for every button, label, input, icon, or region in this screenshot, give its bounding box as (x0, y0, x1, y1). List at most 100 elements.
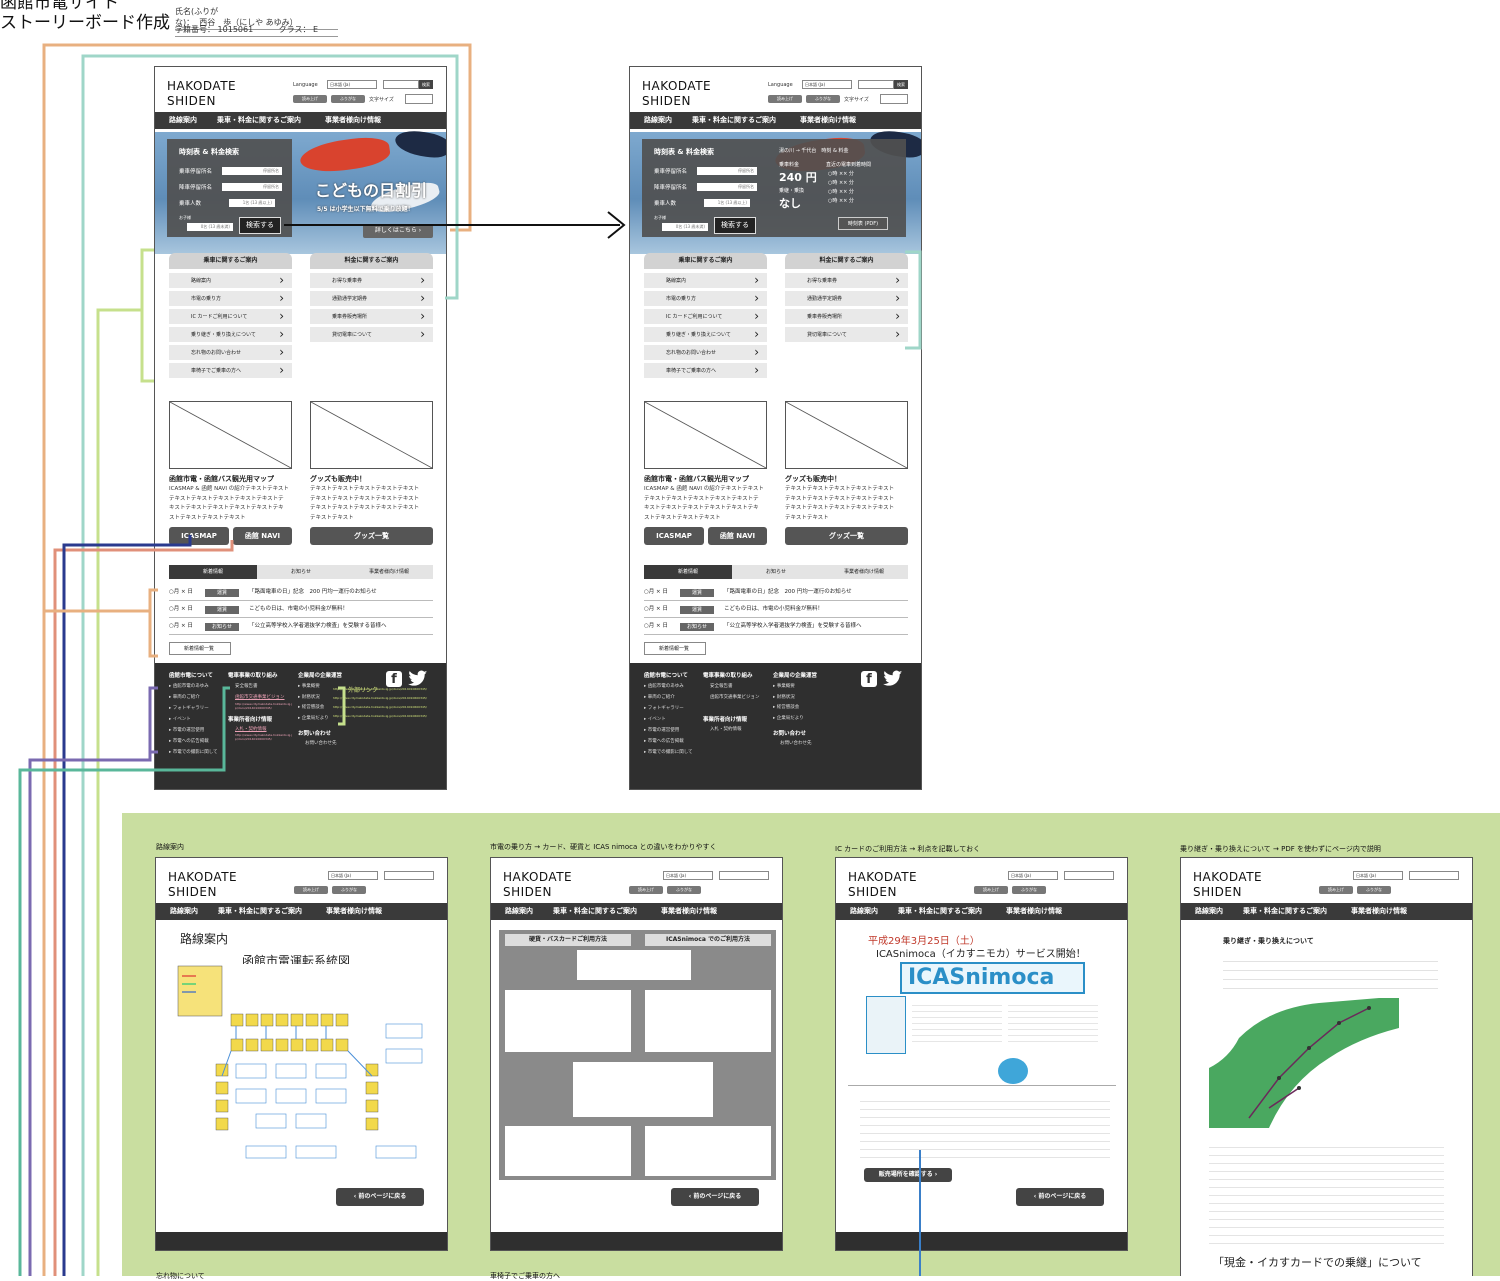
language-select[interactable]: 日本語 (Ja) (1353, 871, 1403, 880)
child-stepper[interactable]: 0名 (13 歳未満) (662, 223, 708, 231)
to-input[interactable]: 停留所名 (222, 183, 282, 191)
search-input[interactable] (719, 871, 769, 880)
news-text[interactable]: 「公立高等学校入学者選抜学力検査」を受験する皆様へ (724, 619, 862, 634)
language-select[interactable]: 日本語 (Ja) (663, 871, 713, 880)
footer-link[interactable]: ▸ 市電の運営使用 (169, 727, 204, 733)
news-text[interactable]: こどもの日は、市電の小児料金が無料！ (724, 602, 823, 617)
twitter-icon[interactable] (408, 670, 428, 688)
tab-business[interactable]: 事業者様向け情報 (820, 565, 908, 579)
footer-link[interactable]: ▸ イベント (644, 716, 666, 722)
nav-route[interactable]: 路線案内 (505, 903, 533, 920)
site-logo[interactable]: HAKODATE SHIDEN (503, 870, 572, 900)
furigana-button[interactable]: ふりがな (1012, 886, 1046, 894)
footer-link[interactable]: ▸ 財務状況 (773, 694, 795, 700)
footer-link[interactable]: ▸ 経営懇談会 (773, 704, 799, 710)
facebook-icon[interactable]: f (386, 671, 402, 687)
tab-notice[interactable]: お知らせ (257, 565, 345, 579)
fare-menu-item[interactable]: 貸切電車について (310, 326, 433, 343)
nav-fare[interactable]: 乗車・料金に関するご案内 (898, 903, 982, 920)
footer-link[interactable]: ▸ 市電での撮影に関して (169, 749, 218, 755)
nav-business[interactable]: 事業者様向け情報 (800, 112, 856, 129)
nav-route[interactable]: 路線案内 (170, 903, 198, 920)
font-size-select[interactable] (880, 94, 908, 104)
details-button[interactable]: 詳しくはこちら › (363, 224, 433, 238)
footer-link[interactable]: ▸ 函館市電のあゆみ (169, 683, 209, 689)
nav-business[interactable]: 事業者様向け情報 (661, 903, 717, 920)
furigana-button[interactable]: ふりがな (332, 886, 366, 894)
navi-button[interactable]: 函館 NAVI (708, 527, 767, 545)
news-more-button[interactable]: 新着情報一覧 (169, 642, 231, 655)
furigana-button[interactable]: ふりがな (667, 886, 701, 894)
footer-link[interactable]: 函館市交通事業ビジョン (235, 694, 285, 700)
furigana-button[interactable]: ふりがな (331, 95, 365, 103)
search-input[interactable] (858, 80, 894, 89)
news-row[interactable]: ○月 × 日 お知らせ 「公立高等学校入学者選抜学力検査」を受験する皆様へ (644, 619, 908, 635)
furigana-button[interactable]: ふりがな (1357, 886, 1391, 894)
goods-button[interactable]: グッズ一覧 (310, 527, 433, 545)
tab-notice[interactable]: お知らせ (732, 565, 820, 579)
ride-menu-item[interactable]: 路線案内 (169, 272, 292, 289)
footer-link[interactable]: ▸ イベント (169, 716, 191, 722)
from-input[interactable]: 停留所名 (697, 167, 757, 175)
news-more-button[interactable]: 新着情報一覧 (644, 642, 706, 655)
footer-url[interactable]: http://www.city.hakodate.hokkaido.lg.jp/… (235, 702, 295, 710)
read-aloud-button[interactable]: 読み上げ (629, 886, 663, 894)
news-row[interactable]: ○月 × 日 運賃 「路面電車の日」記念 200 円均一運行のお知らせ (644, 585, 908, 601)
nav-fare[interactable]: 乗車・料金に関するご案内 (217, 112, 301, 129)
footer-link[interactable]: ▸ 事業概要 (298, 683, 320, 689)
nav-route[interactable]: 路線案内 (1195, 903, 1223, 920)
sales-location-button[interactable]: 販売場所を確認する › (864, 1168, 952, 1182)
search-input[interactable] (1409, 871, 1459, 880)
people-stepper[interactable]: 1名 (13 歳以上) (704, 199, 750, 207)
site-logo[interactable]: HAKODATE SHIDEN (167, 79, 236, 109)
footer-link[interactable]: ▸ 車両のご紹介 (169, 694, 200, 700)
nav-route[interactable]: 路線案内 (644, 112, 672, 129)
fare-menu-item[interactable]: 乗車券販売場所 (310, 308, 433, 325)
ride-menu-item[interactable]: 市電の乗り方 (644, 290, 767, 307)
icasmap-button[interactable]: ICASMAP (644, 527, 704, 545)
footer-link[interactable]: お問い合わせ先 (305, 740, 337, 746)
footer-link[interactable]: お問い合わせ先 (780, 740, 812, 746)
language-select[interactable]: 日本語 (Ja) (802, 80, 852, 89)
ride-menu-item[interactable]: IC カードご利用について (644, 308, 767, 325)
nav-route[interactable]: 路線案内 (850, 903, 878, 920)
read-aloud-button[interactable]: 読み上げ (293, 95, 327, 103)
news-row[interactable]: ○月 × 日 運賃 こどもの日は、市電の小児料金が無料！ (644, 602, 908, 618)
footer-link[interactable]: ▸ 車両のご紹介 (644, 694, 675, 700)
ride-menu-item[interactable]: 乗り継ぎ・乗り換えについて (644, 326, 767, 343)
read-aloud-button[interactable]: 読み上げ (1319, 886, 1353, 894)
site-logo[interactable]: HAKODATE SHIDEN (848, 870, 917, 900)
ride-menu-item[interactable]: 乗り継ぎ・乗り換えについて (169, 326, 292, 343)
read-aloud-button[interactable]: 読み上げ (768, 95, 802, 103)
language-select[interactable]: 日本語 (Ja) (1008, 871, 1058, 880)
nav-fare[interactable]: 乗車・料金に関するご案内 (218, 903, 302, 920)
nav-route[interactable]: 路線案内 (169, 112, 197, 129)
footer-link[interactable]: ▸ 市電での撮影に関して (644, 749, 693, 755)
goods-button[interactable]: グッズ一覧 (785, 527, 908, 545)
news-text[interactable]: 「路面電車の日」記念 200 円均一運行のお知らせ (249, 585, 377, 600)
news-text[interactable]: 「公立高等学校入学者選抜学力検査」を受験する皆様へ (249, 619, 387, 634)
footer-link[interactable]: 入札・契約情報 (235, 726, 267, 732)
font-size-select[interactable] (405, 94, 433, 104)
nav-business[interactable]: 事業者様向け情報 (326, 903, 382, 920)
twitter-icon[interactable] (883, 670, 903, 688)
back-button[interactable]: ‹ 前のページに戻る (671, 1188, 759, 1206)
ride-menu-item[interactable]: 車椅子でご乗車の方へ (644, 362, 767, 379)
search-input[interactable] (1064, 871, 1114, 880)
fare-menu-item[interactable]: 通勤通学定期券 (310, 290, 433, 307)
search-submit-button[interactable]: 検索する (714, 217, 756, 234)
footer-link[interactable]: ▸ 市電への広告掲載 (644, 738, 684, 744)
news-row[interactable]: ○月 × 日 お知らせ 「公立高等学校入学者選抜学力検査」を受験する皆様へ (169, 619, 433, 635)
facebook-icon[interactable]: f (861, 671, 877, 687)
news-text[interactable]: 「路面電車の日」記念 200 円均一運行のお知らせ (724, 585, 852, 600)
ride-menu-item[interactable]: 忘れ物のお問い合わせ (169, 344, 292, 361)
fare-menu-item[interactable]: 貸切電車について (785, 326, 908, 343)
footer-url[interactable]: http://www.city.hakodate.hokkaido.lg.jp/… (235, 733, 295, 741)
footer-link[interactable]: ▸ 企業局だより (773, 715, 804, 721)
nav-business[interactable]: 事業者様向け情報 (1006, 903, 1062, 920)
site-logo[interactable]: HAKODATE SHIDEN (168, 870, 237, 900)
people-stepper[interactable]: 1名 (13 歳以上) (229, 199, 275, 207)
navi-button[interactable]: 函館 NAVI (233, 527, 292, 545)
news-row[interactable]: ○月 × 日 運賃 こどもの日は、市電の小児料金が無料！ (169, 602, 433, 618)
fare-menu-item[interactable]: お得な乗車券 (310, 272, 433, 289)
